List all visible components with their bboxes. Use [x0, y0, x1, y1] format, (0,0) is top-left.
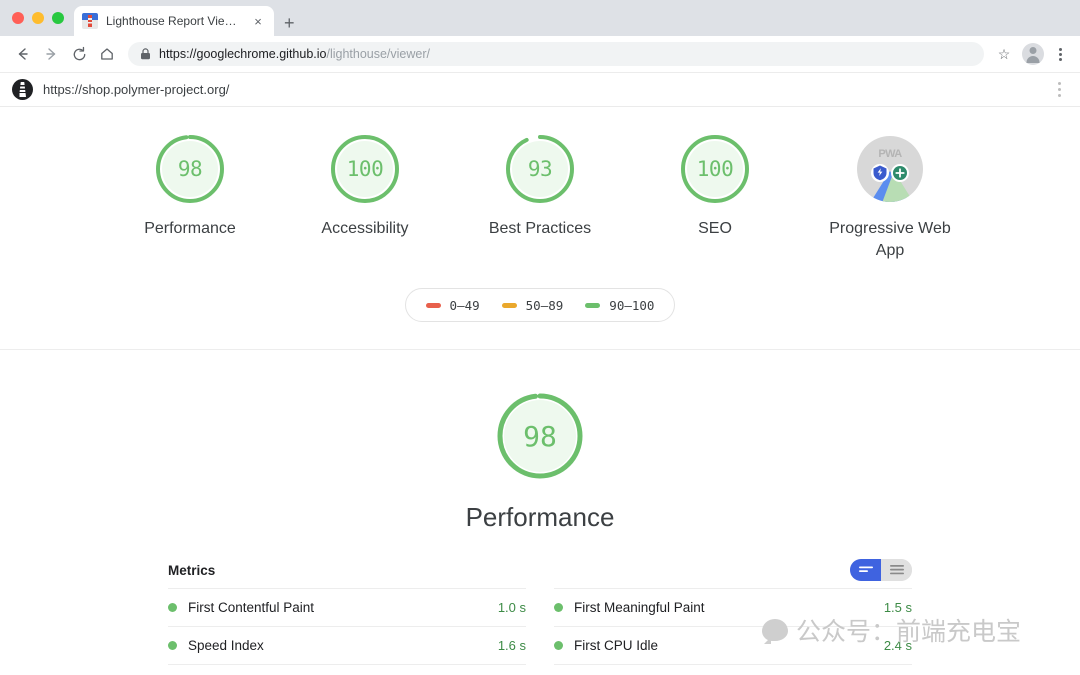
metrics-column-left: First Contentful Paint 1.0 s Speed Index 1.…	[168, 588, 540, 675]
score-value: 100	[696, 157, 734, 181]
legend-swatch	[585, 302, 601, 308]
legend-label: 0–49	[449, 297, 480, 313]
metric-row[interactable]: Max Potential First Input Delay200 ms	[554, 664, 912, 675]
metric-name: First CPU Idle	[574, 638, 659, 653]
score-card[interactable]: 93 Best Practices	[478, 131, 603, 240]
bookmark-star-icon[interactable]: ☆	[992, 46, 1016, 63]
back-icon[interactable]	[10, 41, 36, 67]
metrics-header: Metrics	[168, 559, 912, 588]
score-value: 98	[177, 157, 203, 181]
forward-icon[interactable]	[38, 41, 64, 67]
metric-row[interactable]: First Contentful Paint 1.0 s	[168, 588, 526, 626]
score-card[interactable]: PWA Progressive Web App	[828, 131, 953, 262]
address-bar[interactable]: https://googlechrome.github.io/lighthous…	[128, 42, 984, 66]
url-path: /lighthouse/viewer/	[326, 47, 430, 61]
score-value: 93	[527, 157, 553, 181]
metric-status-indicator	[554, 641, 563, 650]
performance-section: 98 Performance	[0, 350, 1080, 533]
window-traffic-lights	[10, 0, 74, 36]
legend-label: 90–100	[609, 297, 655, 313]
metric-status-indicator	[554, 603, 563, 612]
metrics-title: Metrics	[168, 562, 216, 578]
score-summary-row: 98 Performance 100 Accessibility 93 Best Prac…	[0, 107, 1080, 262]
audited-url: https://shop.polymer-project.org/	[43, 82, 230, 97]
metric-status-indicator	[168, 603, 177, 612]
close-window-button[interactable]	[12, 12, 24, 24]
score-legend: 0–49 50–89 90–100	[404, 288, 676, 322]
expanded-view-toggle-icon[interactable]	[881, 559, 912, 581]
profile-avatar[interactable]	[1022, 43, 1044, 65]
browser-toolbar: https://googlechrome.github.io/lighthous…	[0, 36, 1080, 73]
legend-label: 50–89	[525, 297, 564, 313]
score-gauge: 100	[677, 131, 753, 207]
metrics-columns: First Contentful Paint 1.0 s Speed Index 1.…	[168, 588, 912, 675]
score-label: Best Practices	[488, 220, 592, 237]
simple-view-toggle-icon[interactable]	[850, 559, 881, 581]
score-label: Progressive Web App	[829, 220, 951, 259]
score-card[interactable]: 100 SEO	[653, 131, 778, 240]
metric-name: First Contentful Paint	[188, 600, 315, 615]
score-card[interactable]: 98 Performance	[128, 131, 253, 240]
report-menu-icon[interactable]	[1050, 82, 1068, 97]
metric-value: 1.5 s	[883, 600, 912, 615]
metric-row[interactable]: First CPU Idle 2.4 s	[554, 626, 912, 664]
maximize-window-button[interactable]	[52, 12, 64, 24]
legend-swatch	[501, 302, 517, 308]
metric-row[interactable]: First Meaningful Paint 1.5 s	[554, 588, 912, 626]
performance-gauge: 98	[492, 388, 588, 484]
score-label: Accessibility	[321, 220, 409, 237]
tab-title: Lighthouse Report Viewer	[106, 14, 242, 28]
legend-item: 0–49	[425, 297, 480, 313]
metric-status-indicator	[168, 641, 177, 650]
score-gauge: 98	[152, 131, 228, 207]
metric-value: 1.0 s	[497, 600, 526, 615]
close-tab-icon[interactable]: ×	[250, 15, 266, 28]
reload-icon[interactable]	[66, 41, 92, 67]
legend-item: 90–100	[585, 298, 654, 313]
lighthouse-topbar: https://shop.polymer-project.org/	[0, 73, 1080, 107]
browser-tab[interactable]: Lighthouse Report Viewer ×	[74, 6, 274, 36]
secure-lock-icon	[141, 48, 150, 60]
metric-name: First Meaningful Paint	[574, 600, 705, 615]
legend-item: 50–89	[501, 297, 564, 313]
tab-strip: Lighthouse Report Viewer × +	[0, 0, 1080, 36]
new-tab-button[interactable]: +	[284, 14, 295, 32]
lighthouse-logo-icon	[12, 79, 33, 100]
score-label: SEO	[698, 220, 732, 237]
home-icon[interactable]	[94, 41, 120, 67]
metric-row[interactable]: Speed Index 1.6 s	[168, 626, 526, 664]
metric-value: 2.4 s	[883, 638, 912, 653]
svg-text:PWA: PWA	[878, 148, 902, 160]
metric-row[interactable]: Time to Interactive3.0 s	[168, 664, 526, 675]
performance-title: Performance	[465, 502, 615, 532]
metric-value: 1.6 s	[497, 638, 526, 653]
score-gauge: 100	[327, 131, 403, 207]
score-label: Performance	[144, 220, 236, 237]
pwa-badge-icon: PWA	[852, 131, 928, 207]
url-host: https://googlechrome.github.io	[159, 47, 327, 61]
browser-window: Lighthouse Report Viewer × + https://goo…	[0, 0, 1080, 675]
score-gauge: 93	[502, 131, 578, 207]
performance-score-value: 98	[523, 419, 557, 453]
legend-container: 0–49 50–89 90–100	[0, 288, 1080, 322]
score-value: 100	[346, 157, 384, 181]
address-bar-url: https://googlechrome.github.io/lighthous…	[159, 47, 430, 61]
score-card[interactable]: 100 Accessibility	[303, 131, 428, 240]
minimize-window-button[interactable]	[32, 12, 44, 24]
report-body: 98 Performance 100 Accessibility 93 Best Prac…	[0, 107, 1080, 675]
lighthouse-favicon-icon	[82, 13, 98, 29]
metric-name: Speed Index	[188, 638, 264, 653]
metrics-view-toggle[interactable]	[850, 559, 912, 581]
metrics-section: Metrics First Contentful Paint 1.0 s Spe…	[168, 559, 912, 675]
legend-swatch	[425, 302, 441, 308]
metrics-column-right: First Meaningful Paint 1.5 s First CPU Idl…	[540, 588, 912, 675]
browser-menu-icon[interactable]	[1050, 47, 1070, 61]
